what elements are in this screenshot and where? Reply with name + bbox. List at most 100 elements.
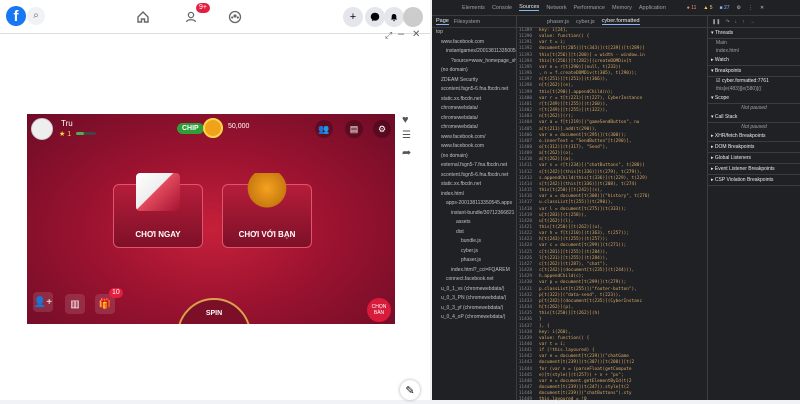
close-icon[interactable]: ✕ [760,5,764,11]
tree-item[interactable]: www.facebook.com/ [432,133,516,143]
tree-item[interactable]: scontent.fsgn5-6.fna.fbcdn.net [432,85,516,95]
tree-item[interactable]: dist [432,228,516,238]
tree-item[interactable]: external.fsgn5-7.fna.fbcdn.net [432,161,516,171]
tree-item[interactable]: phaser.js [432,256,516,266]
scope-status: Not paused [741,105,767,111]
step-out-icon[interactable]: ↑ [742,19,745,25]
more-options-icon[interactable]: ⋮ [748,5,753,11]
settings-gear-icon[interactable]: ⚙ [737,5,741,11]
tree-item[interactable]: ?source=www_homepage_sho [432,57,516,67]
chip-value: 50,000 [228,123,250,130]
line-number[interactable]: 11449 [517,397,539,403]
tree-item[interactable]: u_0_3_PN (chromewebdata/) [432,294,516,304]
dom-breakpoints-section[interactable]: ▸ DOM Breakpoints [708,142,800,153]
tree-item[interactable]: index.html [432,190,516,200]
error-count[interactable]: ● 11 [687,5,697,11]
tree-item[interactable]: bundle.js [432,237,516,247]
tree-item[interactable]: static.xx.fbcdn.net [432,180,516,190]
choose-table-button[interactable]: CHỌN BÀN [367,298,391,322]
friends-icon[interactable]: 9+ [180,3,210,28]
tree-item[interactable]: scontent.fsgn5-6.fna.fbcdn.net [432,171,516,181]
bell-icon[interactable] [384,7,404,27]
tree-item[interactable]: www.facebook.com [432,38,516,48]
call-stack-section[interactable]: ▾ Call Stack [708,112,800,123]
tab-sources[interactable]: Sources [519,4,540,11]
xhr-breakpoints-section[interactable]: ▸ XHR/fetch Breakpoints [708,131,800,142]
tree-item[interactable]: static.xx.fbcdn.net [432,95,516,105]
play-now-button[interactable]: CHƠI NGAY [113,173,203,248]
tree-item[interactable]: top [432,28,516,38]
step-over-icon[interactable]: ↷ [725,19,729,25]
tab-performance[interactable]: Performance [573,5,605,11]
tree-item[interactable]: (no domain) [432,66,516,76]
tab-page[interactable]: Page [436,18,449,25]
leaderboard-icon[interactable]: ▥ [65,294,85,314]
messenger-icon[interactable] [365,7,385,27]
file-tab-phaser[interactable]: phaser.js [547,19,569,25]
tree-item[interactable]: www.facebook.com [432,142,516,152]
play-with-friends-button[interactable]: CHƠI VỚI BẠN [222,173,312,248]
compose-icon[interactable]: ✎ [400,380,420,400]
tree-item[interactable]: chromewebdata/ [432,114,516,124]
facebook-logo[interactable]: f [6,6,26,26]
tab-filesystem[interactable]: Filesystem [454,19,480,25]
code-editor[interactable]: phaser.js cyber.js cyber.formatted 11389… [517,16,707,403]
close-icon[interactable]: ✕ [412,29,420,40]
info-count[interactable]: ■ 27 [720,5,730,11]
game-canvas[interactable]: Tru ★ 1 CHIP 50,000 👥 ▤ ⚙ CHƠI NGAY CHƠI… [27,114,395,324]
tree-item[interactable]: u_0_3_yf (chromewebdata/) [432,304,516,314]
step-icon[interactable]: → [750,19,755,25]
tab-console[interactable]: Console [492,5,512,11]
friends-icon[interactable]: 👥 [315,120,333,138]
search-icon[interactable]: ⌕ [27,7,45,25]
step-into-icon[interactable]: ↓ [735,19,738,25]
threads-section[interactable]: ▾ Threads [708,28,800,39]
event-listener-section[interactable]: ▸ Event Listener Breakpoints [708,164,800,175]
expand-icon[interactable]: ⤢ [385,30,392,41]
player-avatar[interactable] [31,118,53,140]
scope-section[interactable]: ▾ Scope [708,93,800,104]
tree-item[interactable]: (no domain) [432,152,516,162]
pause-icon[interactable]: ❚❚ [712,19,720,25]
breakpoint-file[interactable]: ☑ cyber.formatted:7761 [708,77,800,85]
comment-icon[interactable]: ☰ [402,130,411,141]
minimize-icon[interactable]: – [398,28,404,40]
thread-main[interactable]: Main [708,39,800,47]
groups-icon[interactable] [224,6,246,28]
tree-item[interactable]: cyber.js [432,247,516,257]
home-icon[interactable] [132,6,154,28]
tab-network[interactable]: Network [546,5,566,11]
tree-item[interactable]: chromewebdata/ [432,104,516,114]
rules-book-icon[interactable]: ▤ [345,120,363,138]
tree-item[interactable]: u_0_4_oP (chromewebdata/) [432,313,516,323]
tree-item[interactable]: instant-bundle/30712366821 [432,209,516,219]
file-tab-cyber[interactable]: cyber.js [576,19,595,25]
tree-item[interactable]: connect.facebook.net [432,275,516,285]
breakpoints-section[interactable]: ▾ Breakpoints [708,66,800,77]
settings-gear-icon[interactable]: ⚙ [373,120,391,138]
share-icon[interactable]: ➦ [402,146,411,159]
plus-icon[interactable]: + [343,7,363,27]
profile-avatar[interactable] [403,7,423,27]
invite-friend-icon[interactable]: 👤+ [33,292,53,312]
code-line[interactable]: 11449 this.layoured = !0 [517,397,707,403]
tree-item-label: ?source=www_homepage_sho [451,57,516,64]
tree-item[interactable]: apps-200138113350545.apps [432,199,516,209]
tab-memory[interactable]: Memory [612,5,632,11]
heart-icon[interactable]: ♥ [402,114,409,126]
tab-application[interactable]: Application [639,5,666,11]
tree-item[interactable]: chromewebdata/ [432,123,516,133]
tab-elements[interactable]: Elements [462,5,485,11]
tree-item[interactable]: assets [432,218,516,228]
file-tab-cyber-formatted[interactable]: cyber.formatted [601,18,640,25]
csp-section[interactable]: ▸ CSP Violation Breakpoints [708,175,800,186]
thread-index[interactable]: index.html [708,47,800,55]
tree-item[interactable]: instantgames/200138113350054 [432,47,516,57]
tree-item[interactable]: ZDEAM Security [432,76,516,86]
watch-section[interactable]: ▸ Watch [708,55,800,66]
global-listeners-section[interactable]: ▸ Global Listeners [708,153,800,164]
spin-button[interactable]: SPIN [177,298,251,324]
tree-item[interactable]: index.html?_cci=FQAREM [432,266,516,276]
warning-count[interactable]: ▲ 5 [703,5,712,11]
tree-item[interactable]: u_0_1_vs (chromewebdata/) [432,285,516,295]
